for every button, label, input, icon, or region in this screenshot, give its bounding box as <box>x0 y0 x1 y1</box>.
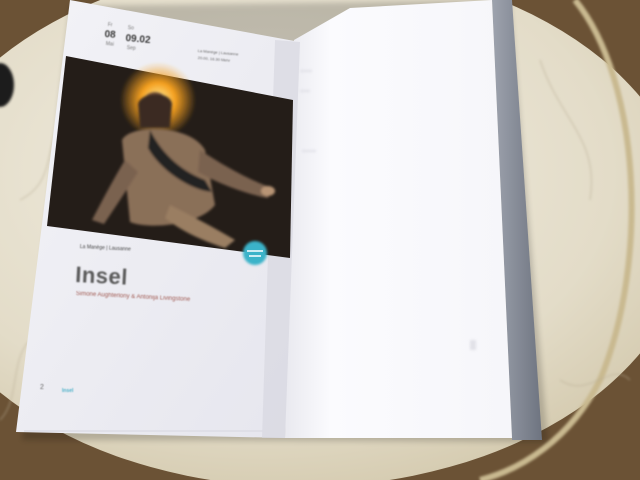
teal-badge <box>243 241 267 265</box>
photo-illustration <box>0 0 640 480</box>
end-month: Sep <box>126 45 136 52</box>
right-page <box>285 0 512 438</box>
photo-scene: Fr 08 Mai So 09.02 Sep La Manège | Lausa… <box>0 0 640 480</box>
footer-tag: Insel <box>62 388 74 394</box>
start-month: Mai <box>105 41 115 48</box>
show-title: Insel <box>74 262 129 290</box>
page-number: 2 <box>40 384 44 391</box>
end-day-label: So <box>127 25 135 32</box>
end-date: 09.02 <box>125 33 151 47</box>
start-date: 08 <box>104 29 117 41</box>
start-day-label: Fr <box>107 22 113 29</box>
